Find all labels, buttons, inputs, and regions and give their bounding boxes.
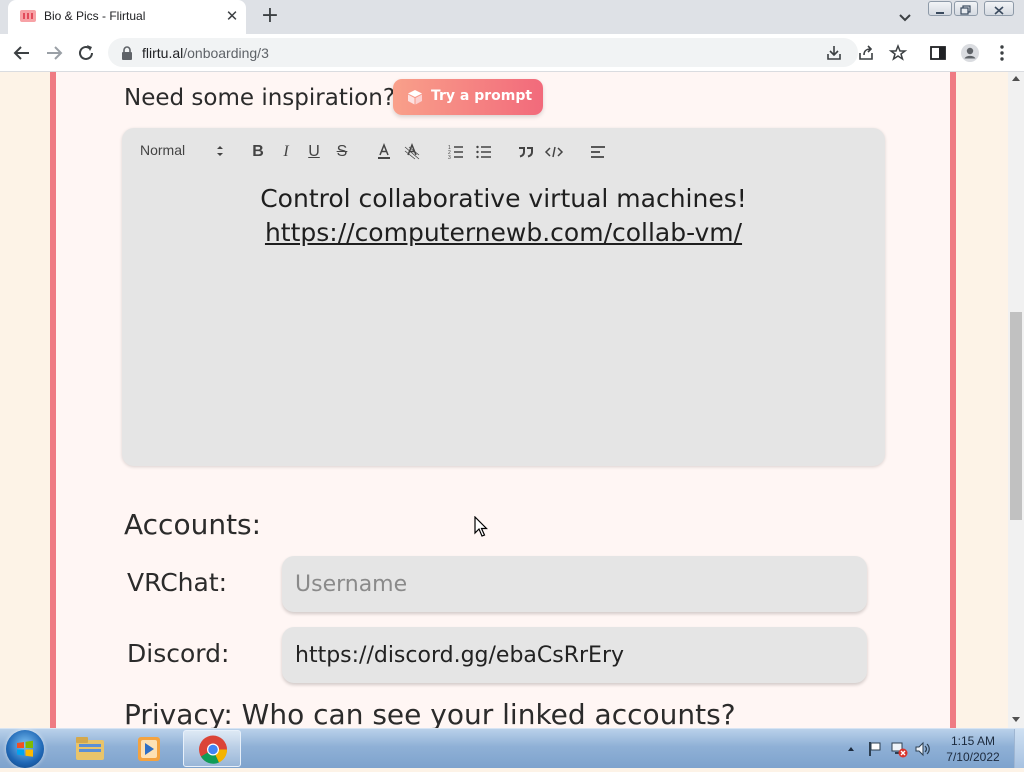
editor-toolbar: Normal B I U S 123 [122, 128, 885, 176]
browser-menu-icon[interactable] [992, 43, 1012, 63]
inspiration-label: Need some inspiration? [124, 85, 396, 111]
discord-input[interactable] [282, 627, 867, 683]
action-center-flag-icon[interactable] [866, 740, 884, 758]
tab-search-icon[interactable] [896, 8, 914, 26]
try-a-prompt-label: Try a prompt [431, 88, 533, 104]
new-tab-button[interactable]: + [258, 5, 282, 29]
bookmark-star-icon[interactable] [888, 43, 908, 63]
code-block-icon[interactable] [544, 142, 564, 162]
minimize-button[interactable] [928, 1, 952, 16]
show-desktop-button[interactable] [1014, 729, 1024, 768]
bio-link[interactable]: https://computernewb.com/collab-vm/ [265, 218, 742, 247]
format-select[interactable]: Normal [140, 142, 226, 160]
show-hidden-icons-icon[interactable] [846, 744, 856, 754]
back-icon[interactable] [12, 43, 32, 63]
media-player-icon [138, 737, 160, 761]
clock-date: 7/10/2022 [946, 750, 1000, 764]
page-viewport: Need some inspiration? Try a prompt Norm… [0, 72, 1008, 728]
accounts-heading: Accounts: [124, 508, 262, 541]
flirtual-favicon-icon [20, 10, 36, 22]
scroll-down-arrow-icon[interactable] [1012, 717, 1020, 722]
clock-time: 1:15 AM [950, 734, 996, 748]
vrchat-label: VRChat: [127, 568, 228, 597]
bullet-list-icon[interactable] [474, 142, 494, 162]
page-scrollbar[interactable] [1008, 72, 1024, 728]
align-icon[interactable] [588, 142, 608, 162]
share-icon[interactable] [856, 43, 876, 63]
windows-explorer-icon [76, 737, 104, 760]
reload-icon[interactable] [76, 43, 96, 63]
editor-content[interactable]: Control collaborative virtual machines! … [142, 182, 865, 250]
tab-strip: Bio & Pics - Flirtual ✕ + [0, 0, 1024, 34]
text-color-icon[interactable] [374, 142, 394, 162]
dice-icon [408, 90, 422, 105]
browser-tab[interactable]: Bio & Pics - Flirtual ✕ [8, 0, 246, 34]
tab-title: Bio & Pics - Flirtual [44, 9, 146, 23]
scroll-up-arrow-icon[interactable] [1012, 76, 1020, 81]
windows-logo-icon [17, 740, 33, 757]
lock-icon[interactable] [120, 45, 134, 61]
taskbar-explorer[interactable] [60, 730, 118, 767]
window-controls [928, 1, 1018, 17]
system-tray: 1:15 AM 7/10/2022 [840, 729, 1024, 769]
url-path: /onboarding/3 [183, 45, 269, 61]
close-window-button[interactable] [984, 1, 1014, 16]
vrchat-username-input[interactable] [282, 556, 867, 612]
blockquote-icon[interactable] [516, 142, 536, 162]
taskbar-clock[interactable]: 1:15 AM 7/10/2022 [940, 733, 1006, 765]
background-color-icon[interactable] [402, 142, 422, 162]
profile-avatar-icon[interactable] [960, 43, 980, 63]
bio-text-line: Control collaborative virtual machines! [260, 184, 747, 213]
format-select-value: Normal [140, 142, 186, 158]
mouse-cursor-icon [474, 516, 488, 537]
browser-toolbar: flirtu.al/onboarding/3 [0, 34, 1024, 72]
tab-close-button[interactable]: ✕ [224, 8, 240, 24]
try-a-prompt-button[interactable]: Try a prompt [393, 79, 543, 115]
svg-text:3: 3 [448, 155, 451, 161]
volume-icon[interactable] [914, 740, 932, 758]
restore-button[interactable] [954, 1, 978, 16]
privacy-heading: Privacy: Who can see your linked account… [124, 698, 736, 728]
install-app-icon[interactable] [824, 43, 844, 63]
taskbar-chrome[interactable] [183, 730, 241, 767]
start-button[interactable] [6, 730, 44, 768]
ordered-list-icon[interactable]: 123 [446, 142, 466, 162]
strike-icon[interactable]: S [332, 142, 352, 162]
url-host: flirtu.al [142, 45, 184, 61]
url-text: flirtu.al/onboarding/3 [142, 45, 269, 61]
chrome-icon [199, 735, 228, 764]
select-arrows-icon [217, 146, 223, 156]
address-bar[interactable]: flirtu.al/onboarding/3 [108, 38, 858, 67]
network-disconnected-icon[interactable] [890, 740, 908, 758]
bio-editor[interactable]: Normal B I U S 123 Control collaborative… [122, 128, 885, 466]
discord-label: Discord: [127, 639, 230, 668]
taskbar-media-player[interactable] [120, 730, 178, 767]
side-panel-icon[interactable] [928, 43, 948, 63]
bold-icon[interactable]: B [248, 142, 268, 162]
underline-icon[interactable]: U [304, 142, 324, 162]
scroll-thumb[interactable] [1010, 312, 1022, 520]
italic-icon[interactable]: I [276, 142, 296, 162]
forward-icon[interactable] [44, 43, 64, 63]
windows-taskbar: 1:15 AM 7/10/2022 [0, 728, 1024, 768]
